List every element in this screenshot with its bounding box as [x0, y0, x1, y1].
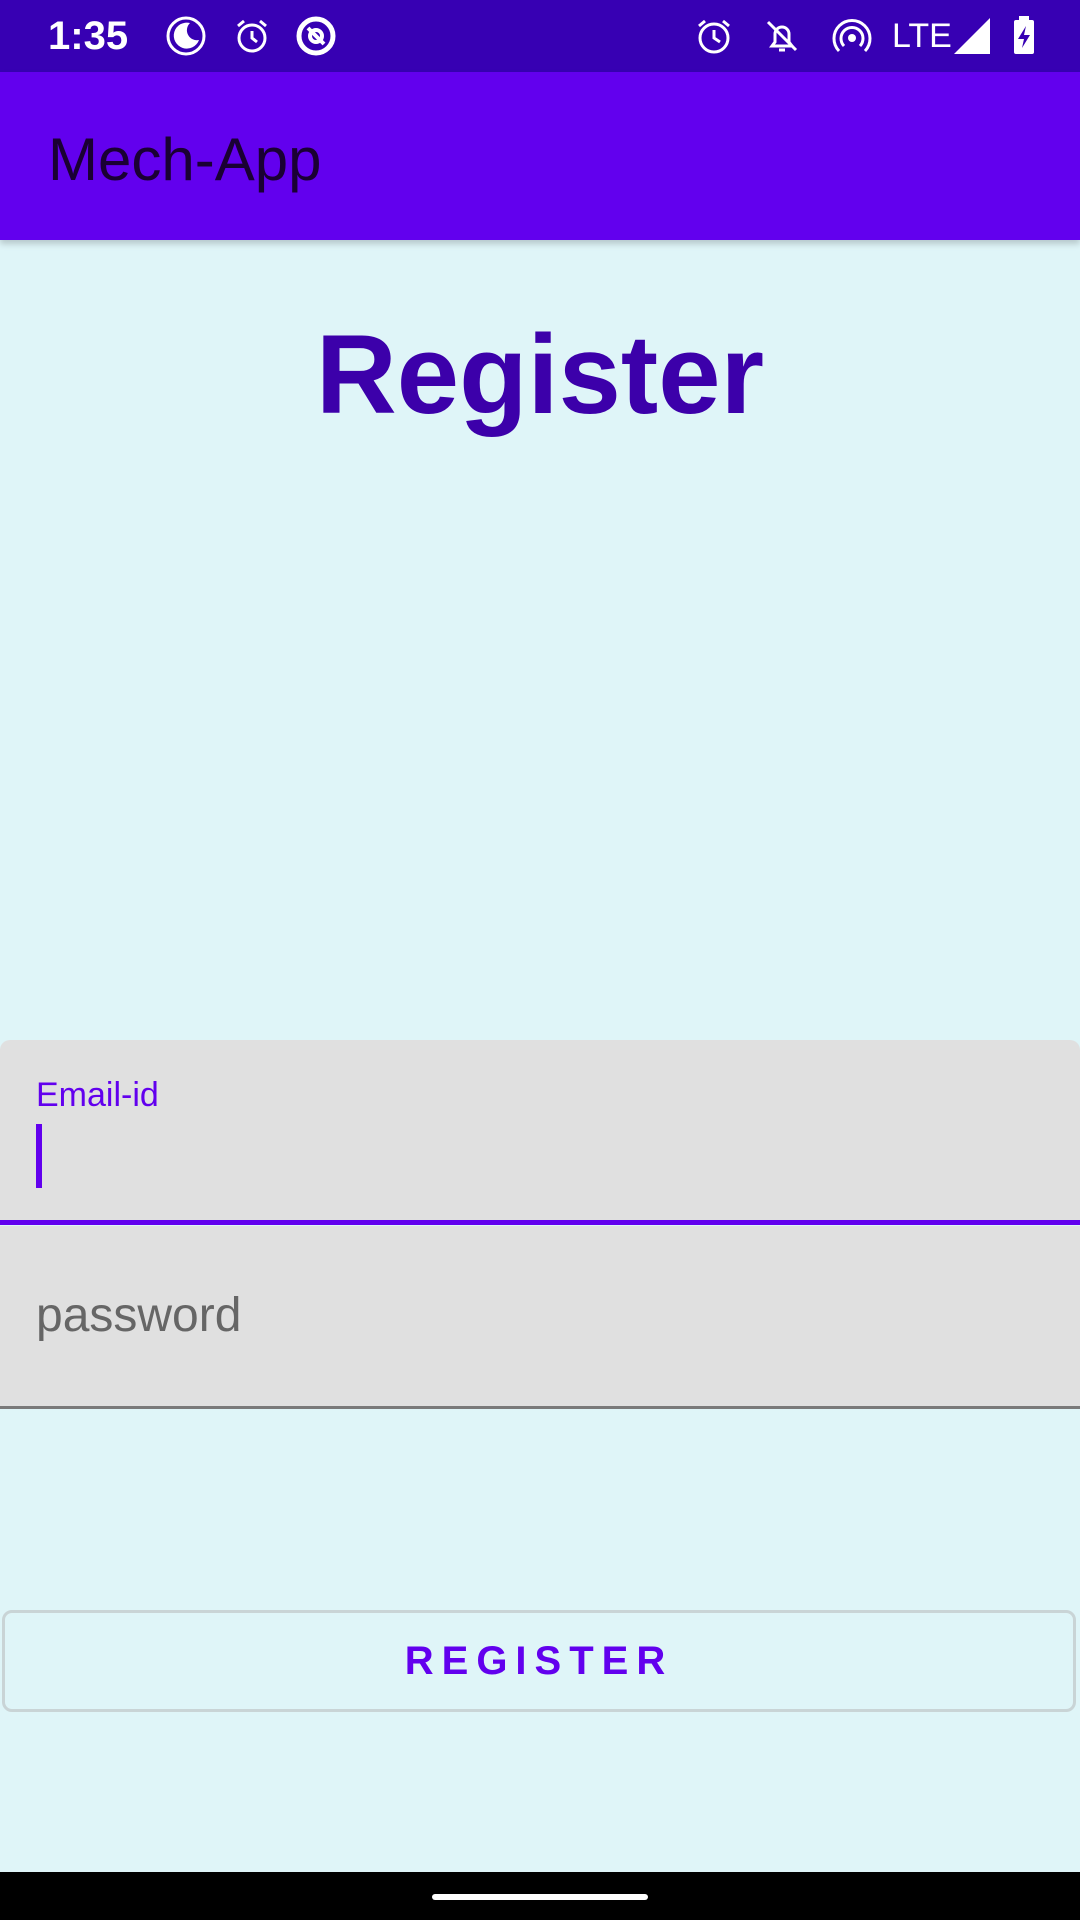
navigation-bar	[0, 1872, 1080, 1920]
password-field[interactable]: password	[0, 1226, 1080, 1409]
text-cursor	[36, 1124, 42, 1188]
data-saver-icon	[294, 14, 338, 58]
status-time: 1:35	[48, 14, 129, 58]
page-title: Register	[315, 312, 765, 437]
password-placeholder: password	[36, 1289, 242, 1342]
notifications-off-icon	[760, 14, 804, 58]
network-type-label: LTE	[892, 17, 952, 55]
email-field-label: Email-id	[36, 1076, 159, 1114]
home-gesture-handle[interactable]	[432, 1894, 648, 1900]
alarm-icon	[230, 14, 274, 58]
status-bar: 1:35 LTE	[0, 0, 1080, 72]
email-field[interactable]: Email-id	[0, 1040, 1080, 1225]
hotspot-icon	[830, 14, 874, 58]
signal-icon	[950, 14, 994, 58]
alarm-icon	[692, 14, 736, 58]
app-bar: Mech-App	[0, 72, 1080, 240]
register-button[interactable]: REGISTER	[2, 1610, 1076, 1712]
app-title: Mech-App	[48, 126, 322, 193]
moon-icon	[164, 14, 208, 58]
battery-charging-icon	[1002, 14, 1046, 58]
